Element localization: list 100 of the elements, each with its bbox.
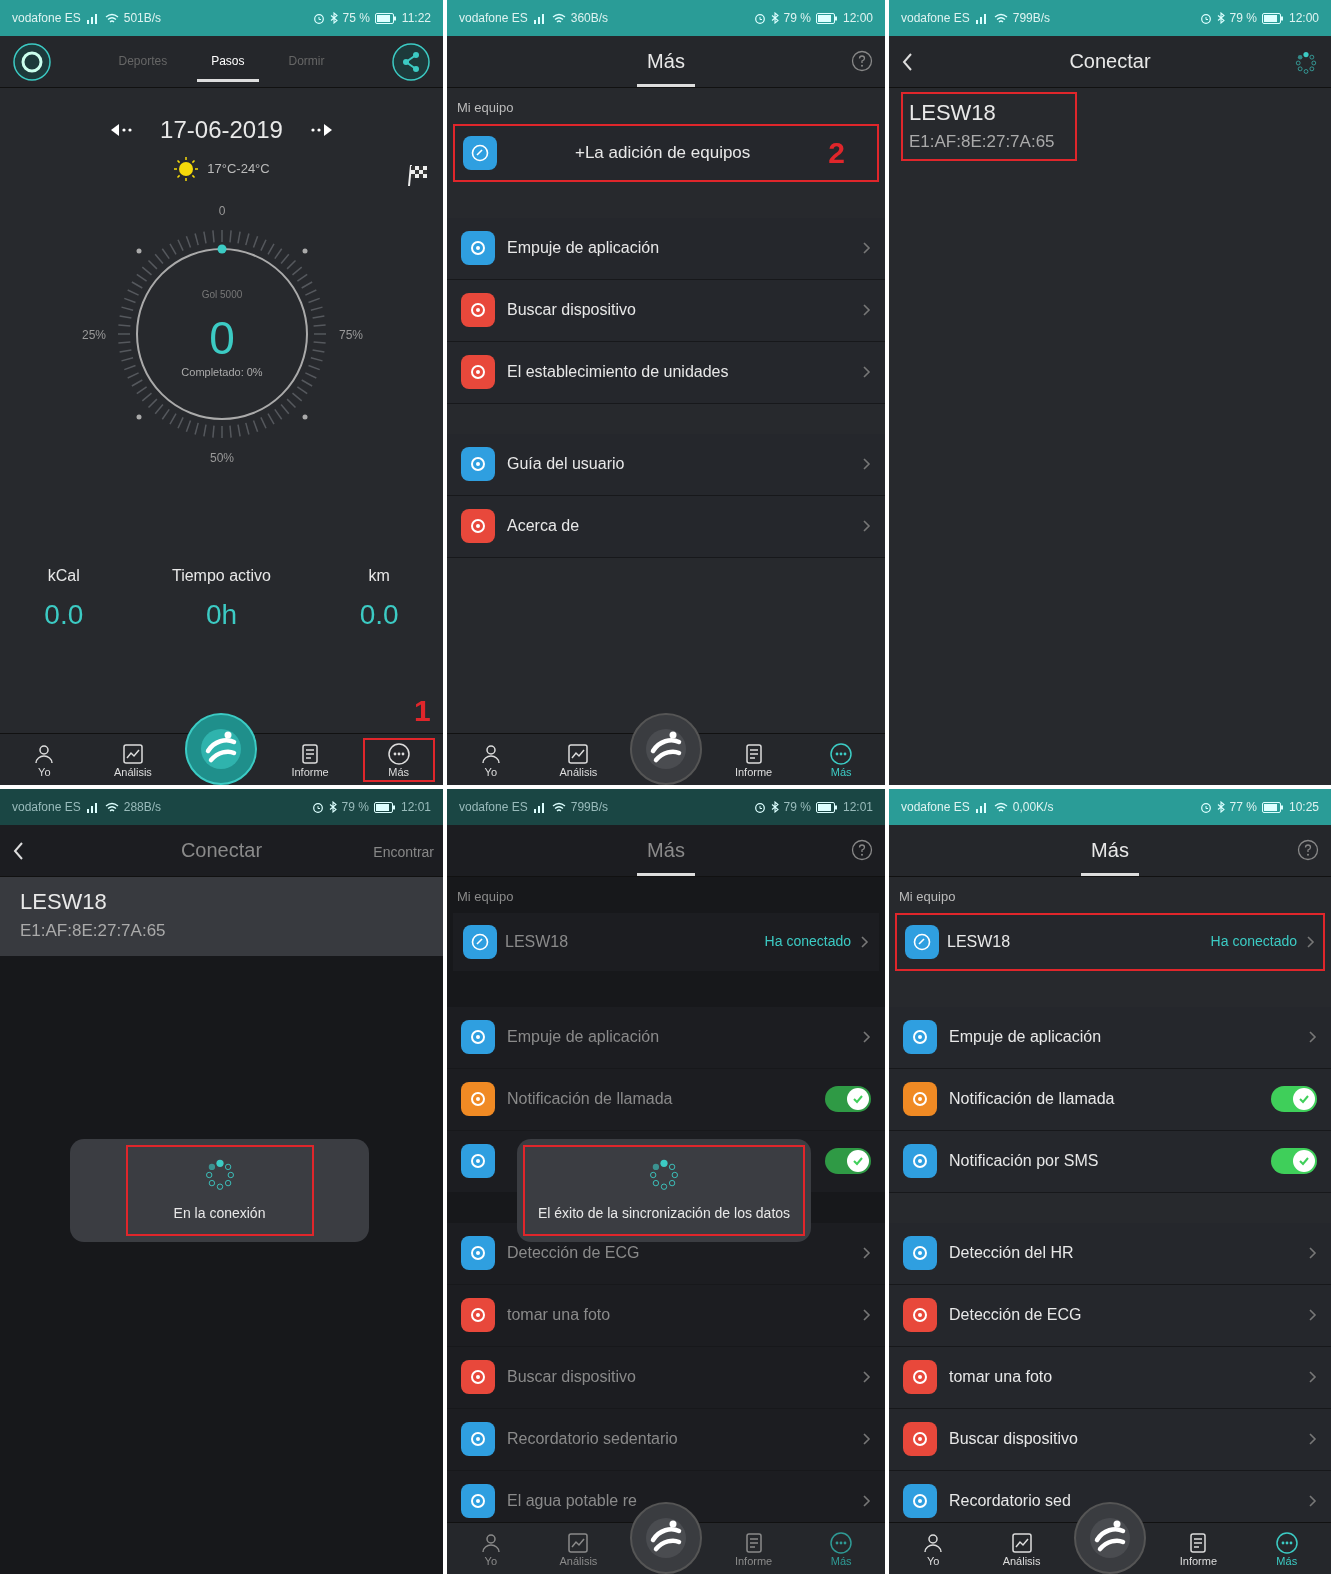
device-row[interactable]: LESW18 Ha conectado	[895, 912, 1325, 971]
nav-tab[interactable]: Informe	[717, 1526, 790, 1571]
menu-item[interactable]: El agua potable re	[447, 1470, 885, 1522]
battery-percent: 79 %	[341, 799, 369, 816]
item-label: Recordatorio sed	[949, 1491, 1072, 1511]
screen-title: Conectar	[1068, 49, 1152, 74]
menu-item[interactable]: Recordatorio sedentario	[447, 1408, 885, 1471]
ring-icon[interactable]	[12, 41, 52, 82]
connection-status: Ha conectado	[1210, 932, 1297, 951]
dial-scale-label: 25%	[81, 328, 106, 342]
network-speed: 360B/s	[570, 10, 609, 27]
nav-tab[interactable]: Yo	[454, 1526, 527, 1571]
device-list-item[interactable]: LESW18 E1:AF:8E:27:7A:65	[889, 88, 1331, 167]
nav-tab[interactable]: Informe	[274, 737, 347, 782]
dialog-message: El éxito de la sincronización de los datos	[537, 1204, 791, 1223]
menu-item[interactable]: Buscar dispositivo	[447, 1346, 885, 1409]
dial-scale-label: 75%	[338, 328, 363, 342]
logo-icon	[644, 1516, 688, 1560]
wifi-icon	[993, 801, 1008, 813]
chevron-icon	[861, 1494, 871, 1508]
nav-tab[interactable]: Informe	[717, 737, 790, 782]
device-address: E1:AF:8E:27:7A:65	[20, 920, 166, 942]
more-icon	[829, 741, 854, 766]
back-icon[interactable]	[12, 840, 26, 862]
help-icon[interactable]	[851, 839, 873, 861]
sun-icon	[173, 156, 200, 182]
battery-percent: 79 %	[1229, 10, 1257, 27]
chevron-icon	[1307, 1494, 1317, 1508]
nav-tab[interactable]: Yo	[8, 737, 81, 782]
menu-item[interactable]: Notificación de llamada	[447, 1068, 885, 1131]
tab[interactable]: Pasos	[197, 41, 259, 82]
alarm-icon	[312, 12, 325, 24]
chevron-icon	[1307, 1308, 1317, 1322]
network-speed: 501B/s	[123, 10, 162, 27]
connection-status: Ha conectado	[764, 932, 851, 951]
item-label: Detección de ECG	[507, 1243, 641, 1263]
nav-tab[interactable]: Más	[805, 1526, 878, 1571]
logo-icon	[1087, 1516, 1132, 1560]
toggle-switch[interactable]	[825, 1148, 871, 1174]
chevron-icon	[1307, 1246, 1317, 1260]
carrier-name: vodafone ES	[12, 799, 81, 816]
toggle-switch[interactable]	[1271, 1086, 1317, 1112]
nav-tab[interactable]: Informe	[1162, 1526, 1235, 1571]
chevron-icon	[1307, 1432, 1317, 1446]
item-label: Buscar dispositivo	[949, 1429, 1079, 1449]
goal-label: Gol 5000	[201, 289, 242, 300]
item-label: tomar una foto	[507, 1305, 612, 1325]
help-icon[interactable]	[1297, 839, 1319, 861]
back-icon[interactable]	[901, 51, 915, 73]
screen-title: Más	[637, 36, 695, 87]
carrier-name: vodafone ES	[901, 10, 970, 27]
item-label: Acerca de	[507, 516, 581, 536]
weather-label: 17°C-24°C	[207, 160, 270, 179]
help-icon[interactable]	[851, 50, 873, 72]
alarm-icon	[1199, 12, 1212, 24]
signal-icon	[974, 801, 989, 813]
check-icon	[852, 1155, 864, 1167]
stat-label: Tiempo activo	[172, 566, 271, 586]
nav-tab[interactable]: Análisis	[96, 737, 169, 782]
stat-value: 0.0	[359, 598, 399, 632]
wifi-icon	[104, 12, 119, 24]
item-label: Empuje de aplicación	[949, 1027, 1103, 1047]
share-icon[interactable]	[391, 41, 431, 82]
nav-tab[interactable]: Análisis	[985, 1526, 1058, 1571]
toggle-switch[interactable]	[825, 1086, 871, 1112]
clock-time: 10:25	[1288, 799, 1319, 816]
stat-label: km	[368, 566, 390, 586]
device-name: LESW18	[947, 931, 1012, 952]
chevron-icon	[861, 519, 871, 533]
nav-tab[interactable]: Más	[1250, 1526, 1323, 1571]
device-row[interactable]: +La adición de equipos 2	[453, 123, 879, 182]
signal-icon	[532, 12, 547, 24]
nav-tab[interactable]: Análisis	[542, 1526, 615, 1571]
network-speed: 799B/s	[570, 799, 609, 816]
nav-tab[interactable]: Yo	[897, 1526, 970, 1571]
section-label: Mi equipo	[456, 99, 515, 117]
wifi-icon	[551, 801, 566, 813]
chart-icon	[566, 741, 591, 766]
device-row[interactable]: LESW18 Ha conectado	[453, 912, 879, 971]
battery-icon	[374, 12, 397, 24]
item-label: Buscar dispositivo	[507, 1367, 637, 1387]
menu-item[interactable]: Empuje de aplicación	[447, 1006, 885, 1069]
chevron-icon	[861, 1030, 871, 1044]
nav-tab[interactable]: Yo	[454, 737, 527, 782]
clock-time: 12:00	[1288, 10, 1319, 27]
item-label: Empuje de aplicación	[507, 238, 661, 258]
network-speed: 0,00K/s	[1012, 799, 1054, 816]
chart-icon	[1009, 1530, 1034, 1555]
device-list-item[interactable]: LESW18 E1:AF:8E:27:7A:65	[0, 877, 443, 956]
menu-item[interactable]: tomar una foto	[447, 1284, 885, 1347]
nav-tab[interactable]: Más	[805, 737, 878, 782]
wifi-icon	[993, 12, 1008, 24]
toggle-switch[interactable]	[1271, 1148, 1317, 1174]
wifi-icon	[551, 12, 566, 24]
bluetooth-icon	[328, 801, 337, 813]
bluetooth-icon	[329, 12, 338, 24]
alarm-icon	[1199, 801, 1212, 813]
nav-tab[interactable]: Análisis	[542, 737, 615, 782]
find-button[interactable]: Encontrar	[372, 841, 435, 864]
battery-percent: 77 %	[1229, 799, 1257, 816]
